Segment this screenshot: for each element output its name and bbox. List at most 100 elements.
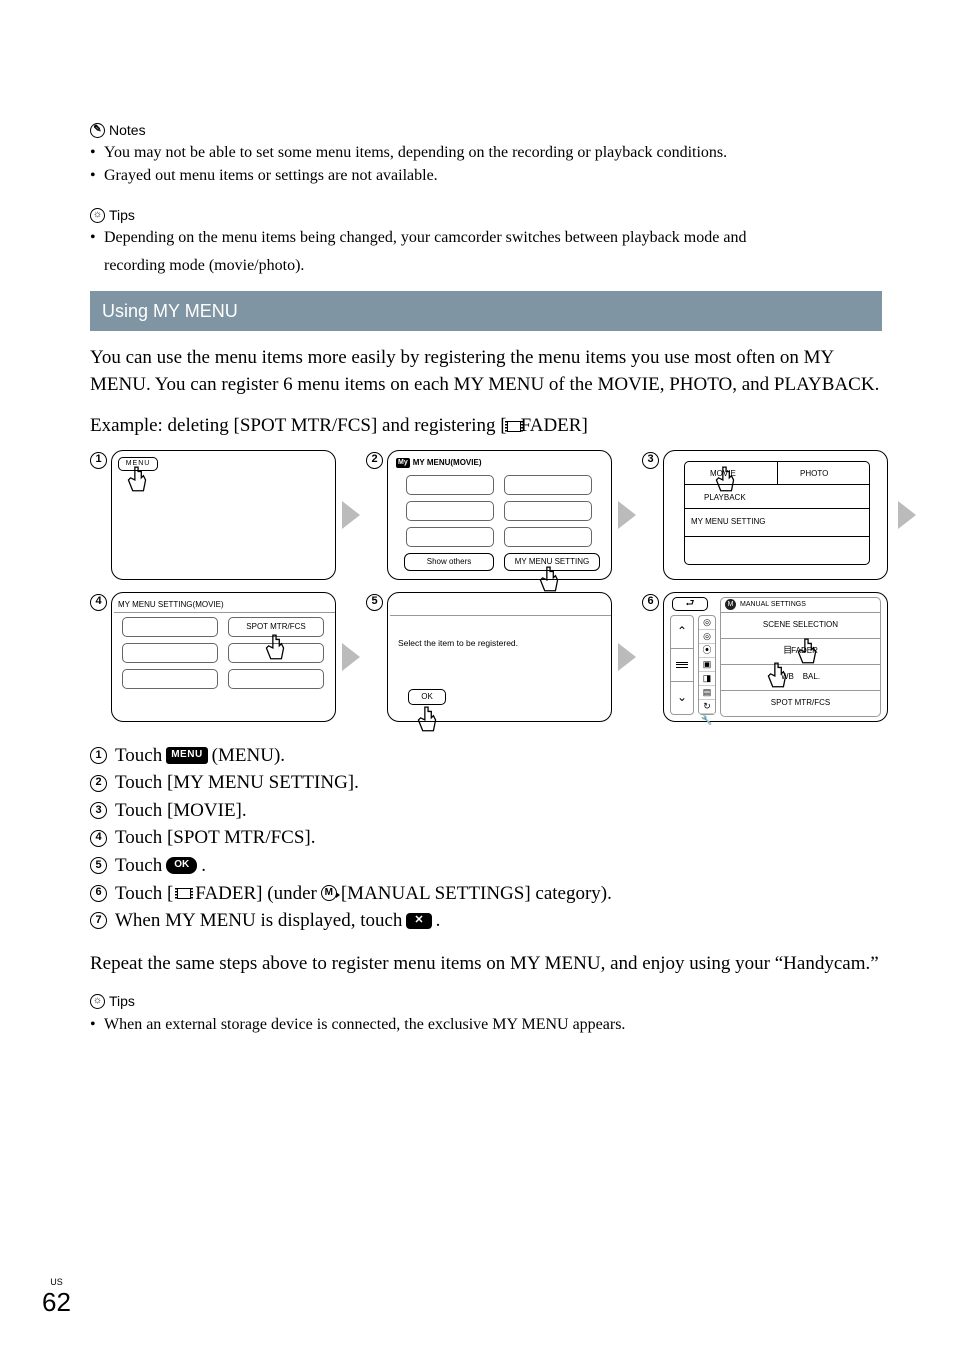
step-2: 2 Touch [MY MENU SETTING]. <box>90 769 882 797</box>
notes-icon: ✎ <box>90 123 105 138</box>
arrow-right-icon <box>618 501 636 529</box>
screen-6: ⮐ ⌃ ⌄ ◎ ◎ ⦿ ▣ ◨ ▤ ↻ 🔧 M MANUAL SETTINGS … <box>663 592 888 722</box>
screen-1: MENU <box>111 450 336 580</box>
step-number-icon: 5 <box>90 857 107 874</box>
notes-item: Grayed out menu items or settings are no… <box>90 165 882 187</box>
menu-item-wb-bal[interactable]: WB BAL. <box>720 665 881 691</box>
tips-item-continuation: recording mode (movie/photo). <box>90 254 882 277</box>
show-others-button[interactable]: Show others <box>404 553 494 571</box>
nav-up-button[interactable]: ⌃ <box>671 616 693 649</box>
step-3: 3 Touch [MOVIE]. <box>90 797 882 825</box>
bal-label: BAL. <box>803 671 820 683</box>
step-text: Touch [MOVIE]. <box>115 797 247 825</box>
step-number-1: 1 <box>90 452 107 469</box>
page-number-value: 62 <box>42 1287 71 1317</box>
tips-heading-text: Tips <box>109 991 135 1011</box>
step-5: 5 Touch OK . <box>90 852 882 880</box>
screens-row-1: 1 MENU 2 My MY MENU(MOVIE) Show others M… <box>90 450 882 580</box>
menu-badge-icon: MENU <box>166 747 207 764</box>
notes-list: You may not be able to set some menu ite… <box>90 142 882 187</box>
back-button[interactable]: ⮐ <box>672 597 708 611</box>
tips-list-2: When an external storage device is conne… <box>90 1014 882 1036</box>
screen-5: Select the item to be registered. OK <box>387 592 612 722</box>
hand-pointer-icon <box>124 465 150 495</box>
step-number-icon: 2 <box>90 775 107 792</box>
arrow-right-icon <box>618 643 636 671</box>
nav-column: ⌃ ⌄ <box>670 615 694 715</box>
step-text: [MANUAL SETTINGS] category). <box>341 880 612 908</box>
tips-list: Depending on the menu items being change… <box>90 227 882 249</box>
photo-button[interactable]: PHOTO <box>800 468 828 480</box>
hand-pointer-icon <box>262 633 288 663</box>
hand-pointer-icon <box>764 661 790 691</box>
section-heading: Using MY MENU <box>90 291 882 331</box>
empty-row <box>684 537 870 565</box>
menu-item-spot-mtr-fcs[interactable]: SPOT MTR/FCS <box>720 691 881 717</box>
page-number: US 62 <box>42 1276 71 1319</box>
notes-item: You may not be able to set some menu ite… <box>90 142 882 164</box>
menu-slot[interactable] <box>406 527 494 547</box>
step-number-4: 4 <box>90 594 107 611</box>
my-badge: My <box>396 458 410 468</box>
steps-list: 1 Touch MENU (MENU). 2 Touch [MY MENU SE… <box>90 742 882 935</box>
step-text: Touch <box>115 742 162 770</box>
hand-pointer-icon <box>794 637 820 667</box>
my-menu-setting-row[interactable]: MY MENU SETTING <box>684 509 870 537</box>
step-text: . <box>201 852 206 880</box>
step-number-icon: 4 <box>90 830 107 847</box>
screen-4: MY MENU SETTING(MOVIE) SPOT MTR/FCS <box>111 592 336 722</box>
step-text: (MENU). <box>212 742 285 770</box>
film-icon <box>507 421 521 432</box>
step-1: 1 Touch MENU (MENU). <box>90 742 882 770</box>
screen-2-title-text: MY MENU(MOVIE) <box>413 457 482 469</box>
ok-button[interactable]: OK <box>408 689 446 705</box>
category-icon-column: ◎ ◎ ⦿ ▣ ◨ ▤ ↻ 🔧 <box>698 615 716 715</box>
step-text: FADER] (under <box>195 880 317 908</box>
closing-paragraph: Repeat the same steps above to register … <box>90 951 882 978</box>
screen-3: MOVIE PHOTO PLAYBACK MY MENU SETTING <box>663 450 888 580</box>
category-icon[interactable]: ◎ <box>699 616 715 630</box>
menu-slot[interactable] <box>122 617 218 637</box>
menu-slot[interactable] <box>406 501 494 521</box>
step-number-5: 5 <box>366 594 383 611</box>
category-icon[interactable]: 🔧 <box>699 714 715 727</box>
nav-list-button[interactable] <box>671 649 693 682</box>
film-icon <box>177 888 191 899</box>
my-menu-setting-label: MY MENU SETTING <box>685 516 766 528</box>
step-7: 7 When MY MENU is displayed, touch ✕ . <box>90 907 882 935</box>
nav-down-button[interactable]: ⌄ <box>671 682 693 714</box>
category-icon[interactable]: ⦿ <box>699 644 715 658</box>
close-badge-icon: ✕ <box>406 913 431 929</box>
menu-item-scene-selection[interactable]: SCENE SELECTION <box>720 613 881 639</box>
step-6: 6 Touch [ FADER] (under M [MANUAL SETTIN… <box>90 880 882 908</box>
menu-slot[interactable] <box>504 501 592 521</box>
step-number-3: 3 <box>642 452 659 469</box>
menu-slot[interactable] <box>228 669 324 689</box>
category-icon[interactable]: ◎ <box>699 630 715 644</box>
tips-heading: ☼ Tips <box>90 205 882 225</box>
category-icon[interactable]: ◨ <box>699 672 715 686</box>
screen-2-title: My MY MENU(MOVIE) <box>396 457 481 469</box>
menu-slot[interactable] <box>122 669 218 689</box>
m-badge: M <box>725 599 736 610</box>
step-text: When MY MENU is displayed, touch <box>115 907 402 935</box>
hand-pointer-icon <box>414 705 440 735</box>
menu-slot[interactable] <box>504 475 592 495</box>
menu-slot[interactable] <box>406 475 494 495</box>
tips-heading-2: ☼ Tips <box>90 991 882 1011</box>
category-header: M MANUAL SETTINGS <box>720 597 881 613</box>
tips-item: When an external storage device is conne… <box>90 1014 882 1036</box>
step-text: . <box>436 907 441 935</box>
category-header-text: MANUAL SETTINGS <box>740 600 806 610</box>
category-icon[interactable]: ▤ <box>699 686 715 700</box>
step-number-icon: 3 <box>90 802 107 819</box>
category-icon[interactable]: ▣ <box>699 658 715 672</box>
step-text: Touch <box>115 852 162 880</box>
example-prefix: Example: deleting [SPOT MTR/FCS] and reg… <box>90 415 507 436</box>
step-4: 4 Touch [SPOT MTR/FCS]. <box>90 824 882 852</box>
category-icon[interactable]: ↻ <box>699 700 715 714</box>
intro-paragraph: You can use the menu items more easily b… <box>90 345 882 398</box>
menu-slot[interactable] <box>122 643 218 663</box>
step-text: Touch [MY MENU SETTING]. <box>115 769 359 797</box>
menu-slot[interactable] <box>504 527 592 547</box>
